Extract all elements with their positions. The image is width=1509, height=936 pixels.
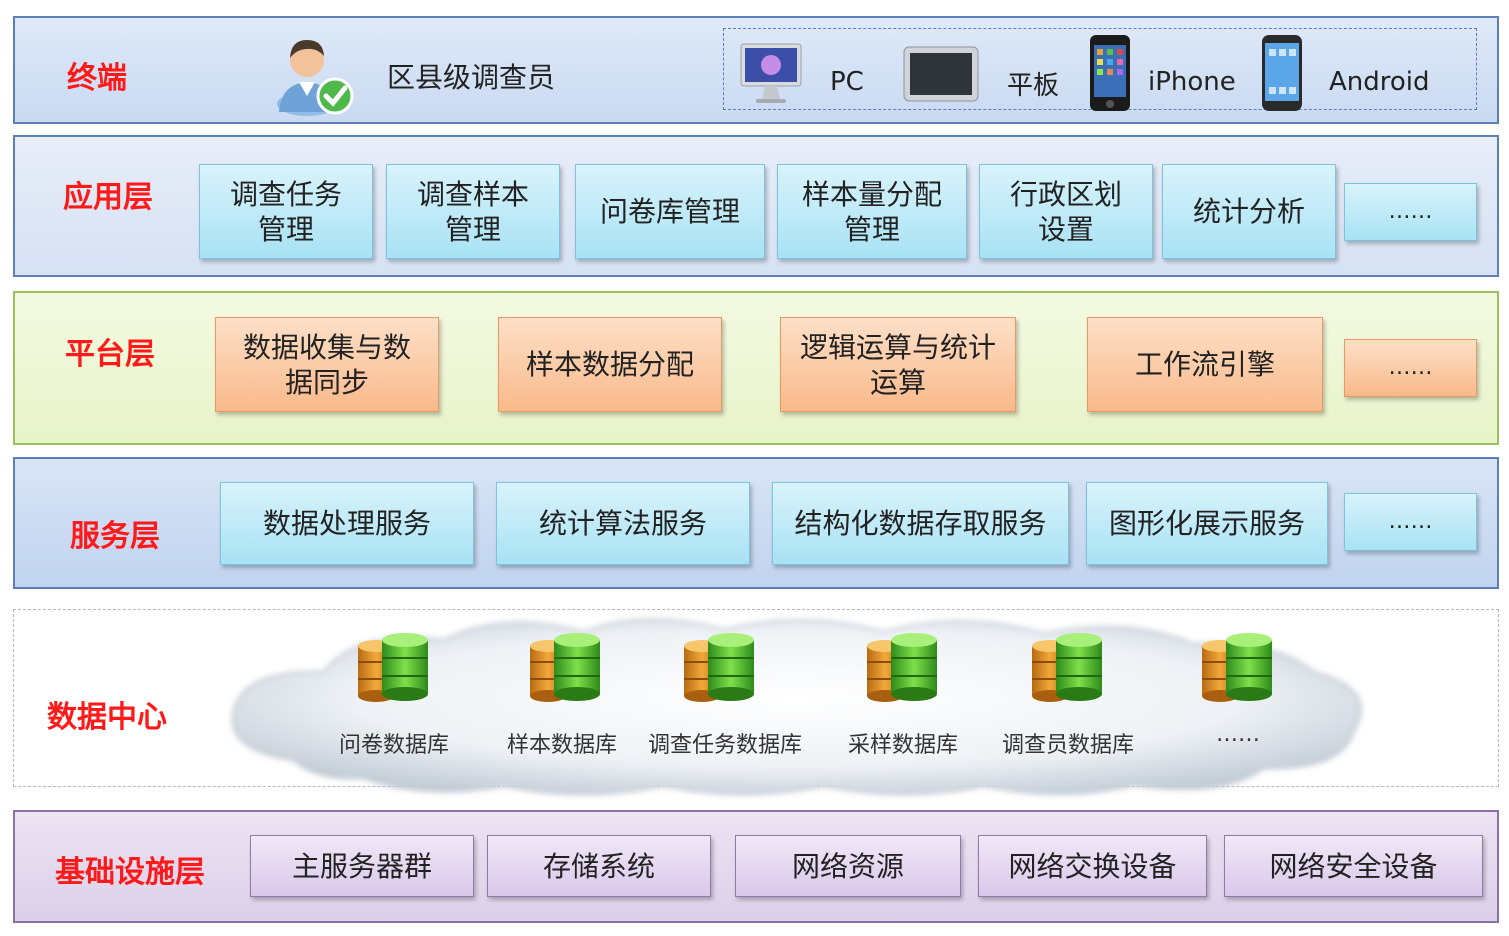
imac-icon bbox=[740, 43, 802, 103]
service-layer-label: 服务层 bbox=[70, 519, 160, 554]
app-box-questionnaire-library: 问卷库管理 bbox=[575, 164, 765, 259]
service-layer: 服务层 数据处理服务 统计算法服务 结构化数据存取服务 图形化展示服务 …… bbox=[13, 457, 1499, 589]
service-box-statistical-algorithm: 统计算法服务 bbox=[496, 482, 750, 565]
device-label-iphone: iPhone bbox=[1148, 67, 1236, 97]
application-layer: 应用层 调查任务 管理 调查样本 管理 问卷库管理 样本量分配 管理 行政区划 … bbox=[13, 135, 1499, 277]
device-label-android: Android bbox=[1329, 67, 1430, 97]
db-label-questionnaire: 问卷数据库 bbox=[339, 733, 450, 758]
device-label-tablet: 平板 bbox=[1007, 71, 1060, 101]
terminal-layer-label: 终端 bbox=[67, 61, 127, 96]
database-icon bbox=[357, 632, 429, 702]
db-label-more: …… bbox=[1216, 722, 1260, 747]
service-box-data-processing: 数据处理服务 bbox=[220, 482, 474, 565]
datacenter-layer: 数据中心 问卷数据库 样本数据库 调查任务数据库 采样数据库 调查员数据库 …… bbox=[13, 609, 1499, 795]
infra-box-storage-system: 存储系统 bbox=[487, 835, 711, 897]
infrastructure-layer-label: 基础设施层 bbox=[55, 855, 205, 890]
infra-box-main-servers: 主服务器群 bbox=[250, 835, 474, 897]
infra-box-network-switching: 网络交换设备 bbox=[978, 835, 1207, 897]
database-icon bbox=[1031, 632, 1103, 702]
database-icon bbox=[866, 632, 938, 702]
platform-box-more: …… bbox=[1344, 339, 1477, 397]
database-icon bbox=[683, 632, 755, 702]
db-label-sampling: 采样数据库 bbox=[848, 733, 959, 758]
infrastructure-layer: 基础设施层 主服务器群 存储系统 网络资源 网络交换设备 网络安全设备 bbox=[13, 810, 1499, 923]
tablet-icon bbox=[903, 46, 979, 102]
terminal-user-label: 区县级调查员 bbox=[387, 61, 556, 94]
platform-layer-label: 平台层 bbox=[65, 337, 155, 372]
device-label-pc: PC bbox=[830, 67, 864, 97]
application-layer-label: 应用层 bbox=[63, 180, 153, 215]
database-icon bbox=[529, 632, 601, 702]
platform-box-data-collection: 数据收集与数 据同步 bbox=[215, 317, 439, 412]
android-phone-icon bbox=[1262, 35, 1302, 111]
app-box-task-management: 调查任务 管理 bbox=[199, 164, 373, 259]
service-box-graphical-display: 图形化展示服务 bbox=[1086, 482, 1328, 565]
user-check-icon bbox=[277, 40, 354, 116]
infra-box-network-resources: 网络资源 bbox=[735, 835, 961, 897]
app-box-sample-allocation: 样本量分配 管理 bbox=[777, 164, 967, 259]
app-box-statistical-analysis: 统计分析 bbox=[1162, 164, 1336, 259]
app-box-admin-division: 行政区划 设置 bbox=[979, 164, 1153, 259]
app-box-more: …… bbox=[1344, 183, 1477, 241]
infra-box-network-security: 网络安全设备 bbox=[1224, 835, 1483, 897]
platform-layer: 平台层 数据收集与数 据同步 样本数据分配 逻辑运算与统计 运算 工作流引擎 …… bbox=[13, 291, 1499, 445]
db-label-investigator: 调查员数据库 bbox=[1002, 733, 1135, 758]
app-box-sample-management: 调查样本 管理 bbox=[386, 164, 560, 259]
terminal-layer: 终端 区县级调查员 PC 平板 iPhone Android bbox=[13, 16, 1499, 124]
platform-box-sample-distribution: 样本数据分配 bbox=[498, 317, 722, 412]
db-label-sample: 样本数据库 bbox=[507, 733, 618, 758]
service-box-more: …… bbox=[1344, 493, 1477, 551]
db-label-survey-task: 调查任务数据库 bbox=[648, 733, 803, 758]
datacenter-layer-label: 数据中心 bbox=[47, 700, 167, 735]
device-group: PC 平板 iPhone Android bbox=[723, 28, 1477, 111]
service-box-structured-data-access: 结构化数据存取服务 bbox=[772, 482, 1069, 565]
platform-box-logic-computation: 逻辑运算与统计 运算 bbox=[780, 317, 1016, 412]
iphone-icon bbox=[1090, 35, 1130, 111]
platform-box-workflow-engine: 工作流引擎 bbox=[1087, 317, 1323, 412]
database-icon bbox=[1201, 632, 1273, 702]
